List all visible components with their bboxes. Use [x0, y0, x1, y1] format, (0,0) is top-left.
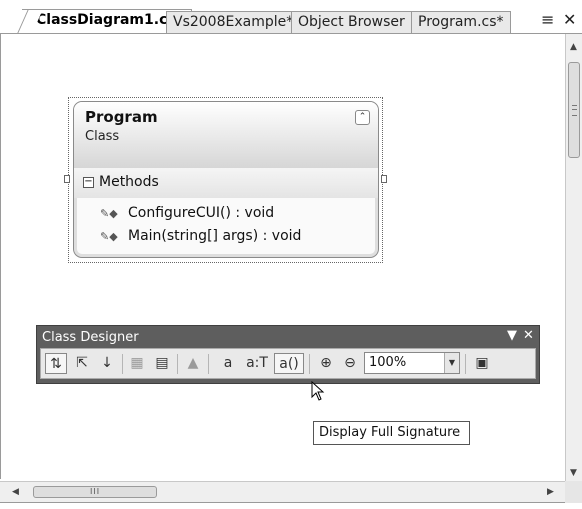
class-name: Program [85, 108, 158, 126]
scroll-right-icon[interactable]: ▶ [547, 487, 554, 497]
tab-label: ClassDiagram1.cd* [36, 12, 185, 28]
zoom-combo[interactable]: 100% ▼ [364, 352, 460, 374]
toolbar-dropdown-icon[interactable]: ▼ [507, 328, 517, 343]
display-name-and-type-button[interactable]: a:T [242, 353, 272, 374]
close-icon[interactable]: ✕ [563, 10, 576, 29]
member-label: Main(string[] args) : void [128, 228, 302, 244]
display-name-button[interactable]: a [217, 353, 239, 374]
tab-program-cs[interactable]: Program.cs* [411, 11, 511, 33]
member-configurecui[interactable]: ✎◆ ConfigureCUI() : void [100, 205, 274, 221]
vertical-scroll-thumb[interactable] [568, 62, 580, 158]
scrollbar-corner [565, 481, 582, 503]
method-icon: ✎◆ [100, 230, 118, 243]
collapse-minus-icon[interactable]: − [83, 177, 94, 188]
show-base-class-icon[interactable]: ▲ [182, 353, 204, 374]
zoom-value: 100% [369, 355, 407, 370]
tab-label: Object Browser [298, 14, 405, 30]
class-shape-header: Program Class ⌃ [74, 102, 378, 169]
zoom-in-icon[interactable]: ⊕ [315, 353, 337, 374]
group-by-kind-icon[interactable]: ⇅ [45, 353, 67, 374]
layout-diagram-icon[interactable]: ▦ [126, 353, 148, 374]
tab-label: Program.cs* [418, 14, 504, 30]
toolbar-body: ⇅ ⇱ ↓ ▦ ▤ ▲ a a:T a() ⊕ ⊖ 100% ▼ ▣ [40, 348, 536, 379]
horizontal-scroll-thumb[interactable]: III [33, 486, 157, 498]
toolbar-separator [177, 354, 178, 374]
member-main[interactable]: ✎◆ Main(string[] args) : void [100, 228, 301, 244]
class-designer-toolbar[interactable]: Class Designer ▼ ✕ ⇅ ⇱ ↓ ▦ ▤ ▲ a a:T a()… [36, 325, 540, 384]
tooltip: Display Full Signature [313, 421, 470, 445]
scroll-up-icon[interactable]: ▲ [570, 42, 577, 52]
adjust-shapes-width-icon[interactable]: ▤ [151, 353, 173, 374]
collapse-chevron-icon[interactable]: ⌃ [355, 110, 370, 125]
member-label: ConfigureCUI() : void [128, 205, 275, 221]
class-kind: Class [85, 129, 120, 144]
mouse-pointer-icon [311, 381, 325, 401]
tab-object-browser[interactable]: Object Browser [291, 11, 412, 33]
left-resize-handle[interactable] [64, 175, 70, 183]
class-shape-program[interactable]: Program Class ⌃ − Methods ✎◆ ConfigureCUI… [73, 101, 379, 258]
document-tab-strip: ClassDiagram1.cd* Vs2008Example* Object … [0, 0, 582, 38]
group-by-access-icon[interactable]: ⇱ [71, 353, 93, 374]
class-details-window-icon[interactable]: ▣ [471, 353, 493, 374]
section-label: Methods [99, 174, 159, 190]
sort-alphabetically-icon[interactable]: ↓ [96, 353, 118, 374]
tab-label: Vs2008Example* [173, 14, 294, 30]
grip-label: III [90, 487, 101, 496]
display-full-signature-button[interactable]: a() [274, 353, 304, 374]
method-icon: ✎◆ [100, 207, 118, 220]
methods-section-header[interactable]: − Methods [74, 168, 378, 198]
scroll-left-icon[interactable]: ◀ [12, 487, 19, 497]
tab-vs2008example[interactable]: Vs2008Example* [166, 11, 301, 33]
chevron-down-icon[interactable]: ▼ [444, 353, 459, 373]
toolbar-separator [208, 354, 209, 374]
toolbar-title: Class Designer [42, 330, 139, 345]
toolbar-separator [465, 354, 466, 374]
toolbar-separator [309, 354, 310, 374]
grip-icon [572, 105, 577, 116]
right-resize-handle[interactable] [381, 175, 387, 183]
toolbar-close-icon[interactable]: ✕ [523, 328, 534, 343]
toolbar-separator [122, 354, 123, 374]
scroll-down-icon[interactable]: ▼ [570, 468, 577, 478]
pin-down-icon[interactable]: ≡ [541, 10, 554, 29]
zoom-out-icon[interactable]: ⊖ [339, 353, 361, 374]
